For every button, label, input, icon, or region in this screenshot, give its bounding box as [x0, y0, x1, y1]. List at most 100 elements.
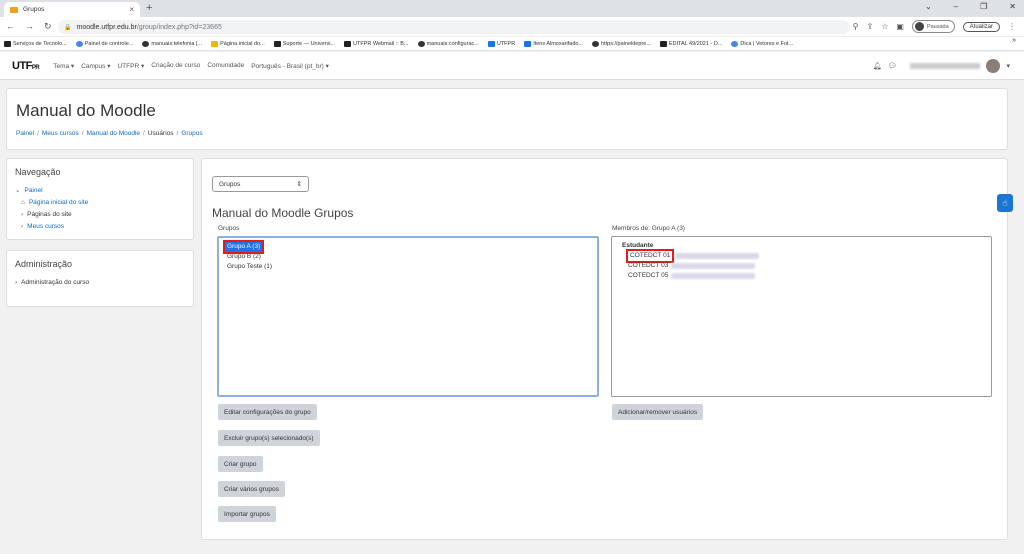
utfpr-icon — [487, 40, 495, 47]
bookmark-label: https://paineldepre... — [601, 40, 651, 47]
add-remove-users-button[interactable]: Adicionar/remover usuários — [612, 404, 704, 420]
lock-icon[interactable]: 🔒 — [64, 24, 71, 31]
bookmark-label: EDITAL 49/2021 - D... — [668, 40, 723, 47]
nav-item-course-admin[interactable]: › Administração do curso — [15, 277, 193, 289]
nav-item-site-pages[interactable]: › Páginas do site — [15, 209, 193, 221]
bookmark-item[interactable]: UTFPR Webmail :: B... — [344, 40, 409, 47]
github-icon — [592, 40, 600, 47]
bookmark-item[interactable]: Página inicial do... — [211, 40, 265, 47]
member-option[interactable]: COTEDCT 05 — [622, 271, 981, 281]
restore-icon[interactable]: ❐ — [980, 2, 987, 11]
browser-tab[interactable]: Grupos × — [4, 2, 140, 17]
utfpr-logo[interactable]: UTFPR — [12, 59, 40, 72]
more-bookmarks-icon[interactable]: » — [1012, 37, 1016, 44]
select-value: Grupos — [219, 180, 241, 188]
groups-main-panel: Grupos ⇕ Manual do Moodle Grupos Grupos … — [201, 158, 1008, 540]
delete-selected-groups-button[interactable]: Excluir grupo(s) selecionado(s) — [218, 430, 320, 446]
logo-text: UTF — [12, 59, 32, 72]
bookmark-item[interactable]: https://paineldepre... — [592, 40, 651, 47]
menu-utfpr[interactable]: UTFPR ▾ — [117, 62, 144, 70]
group-option-grupo-a[interactable]: Grupo A (3) — [222, 240, 265, 254]
accessibility-icon[interactable]: ☝︎ — [997, 194, 1013, 212]
utf-icon — [344, 40, 352, 47]
nav-item-home[interactable]: ⌂ Página inicial do site — [15, 197, 193, 209]
bookmark-item[interactable]: Serviços de Tecnolo... — [4, 40, 67, 47]
utf-icon — [4, 40, 11, 47]
back-icon[interactable]: ← — [6, 21, 15, 32]
menu-campus[interactable]: Campus ▾ — [81, 62, 110, 70]
zoom-icon[interactable]: ⚲ — [853, 22, 859, 31]
member-role-heading: Estudante — [622, 242, 654, 249]
bookmark-label: manuais:configurac... — [426, 40, 479, 47]
bookmark-item[interactable]: Itens Almoxarifado... — [524, 40, 583, 47]
side-panel-icon[interactable]: ▣ — [896, 22, 904, 31]
import-groups-button[interactable]: Importar grupos — [218, 506, 276, 522]
messages-icon[interactable]: 💬︎ — [888, 62, 897, 70]
close-tab-icon[interactable]: × — [129, 5, 134, 14]
create-many-groups-button[interactable]: Criar vários grupos — [218, 481, 285, 497]
reload-icon[interactable]: ↻ — [44, 21, 52, 32]
breadcrumb-meus-cursos[interactable]: Meus cursos — [42, 130, 79, 137]
breadcrumb-painel[interactable]: Painel — [16, 130, 34, 137]
groups-heading: Manual do Moodle Grupos — [212, 206, 354, 220]
home-icon — [211, 40, 219, 47]
administration-block: Administração › Administração do curso — [6, 250, 194, 307]
share-icon[interactable]: ⇪ — [867, 22, 874, 31]
forward-icon[interactable]: → — [25, 21, 34, 32]
user-avatar[interactable] — [986, 59, 1001, 73]
nav-item-label: Página inicial do site — [28, 199, 89, 206]
member-name: COTEDCT 01 — [625, 249, 675, 263]
bookmark-item[interactable]: Painel de controle... — [75, 40, 133, 47]
new-tab-icon[interactable]: + — [146, 2, 152, 14]
groups-view-select[interactable]: Grupos ⇕ — [212, 176, 309, 192]
chevron-right-icon: › — [15, 279, 18, 286]
nav-item-my-courses[interactable]: › Meus cursos — [15, 221, 193, 233]
nav-item-painel[interactable]: ⌄ Painel — [15, 185, 193, 197]
profile-button[interactable]: Pausada — [911, 20, 955, 33]
menu-language[interactable]: Português - Brasil (pt_br) ▾ — [251, 62, 329, 70]
bookmark-star-icon[interactable]: ☆ — [881, 22, 888, 31]
members-listbox[interactable]: Estudante COTEDCT 01 COTEDCT 03 COTEDCT … — [611, 236, 992, 397]
url-field[interactable]: 🔒 moodle.utfpr.edu.br/group/index.php?id… — [58, 20, 850, 34]
bookmark-item[interactable]: manuais:configurac... — [417, 40, 479, 47]
address-bar-row: ← → ↻ 🔒 moodle.utfpr.edu.br/group/index.… — [0, 17, 1024, 37]
browser-menu-icon[interactable]: ⋮ — [1008, 22, 1016, 31]
bookmark-item[interactable]: Dica | Vetores e Fot... — [731, 40, 793, 47]
page-header: Manual do Moodle Painel / Meus cursos / Manu… — [6, 88, 1008, 150]
group-option-grupo-b[interactable]: Grupo B (2) — [225, 252, 263, 262]
edit-group-settings-button[interactable]: Editar configurações do grupo — [218, 404, 317, 420]
github-icon — [417, 40, 425, 47]
group-option-grupo-teste[interactable]: Grupo Teste (1) — [225, 262, 274, 272]
bookmark-item[interactable]: Suporte — Universi... — [273, 40, 335, 47]
notification-bell-icon[interactable]: 🔔︎ — [873, 62, 882, 70]
tab-title: Grupos — [23, 6, 45, 13]
navigation-tree: ⌄ Painel ⌂ Página inicial do site › Páginas… — [15, 185, 193, 233]
member-name: COTEDCT 05 — [628, 272, 669, 279]
folder-icon — [524, 40, 532, 47]
update-button[interactable]: Atualizar — [962, 21, 1000, 32]
user-menu-chevron-icon[interactable]: ▾ — [1006, 62, 1010, 70]
bookmark-item[interactable]: UTFPR — [487, 40, 516, 47]
nav-item-label: Páginas do site — [27, 211, 72, 218]
menu-criacao-curso[interactable]: Criação de curso — [151, 62, 200, 70]
menu-comunidade[interactable]: Comunidade — [207, 62, 244, 70]
member-option[interactable]: COTEDCT 03 — [622, 261, 981, 271]
close-window-icon[interactable]: ✕ — [1009, 2, 1016, 11]
member-option[interactable]: COTEDCT 01 — [622, 249, 981, 263]
breadcrumb-separator: / — [37, 130, 39, 137]
select-arrows-icon: ⇕ — [296, 181, 302, 188]
breadcrumb-course[interactable]: Manual do Moodle — [87, 130, 140, 137]
breadcrumb-usuarios[interactable]: Usuários — [148, 130, 174, 137]
user-name-blurred[interactable] — [910, 63, 981, 69]
member-email-blurred — [671, 263, 756, 269]
bookmark-item[interactable]: manuais:telefonia [... — [142, 40, 202, 47]
tab-search-icon[interactable]: ⌄ — [925, 2, 932, 11]
home-icon: ⌂ — [21, 199, 25, 206]
groups-listbox[interactable]: Grupo A (3) Grupo B (2) Grupo Teste (1) — [217, 236, 599, 397]
minimize-icon[interactable]: – — [954, 2, 958, 11]
menu-tema[interactable]: Tema ▾ — [53, 62, 74, 70]
bookmark-label: UTFPR — [496, 40, 516, 47]
breadcrumb-grupos[interactable]: Grupos — [181, 130, 202, 137]
create-group-button[interactable]: Criar grupo — [218, 456, 263, 472]
bookmark-item[interactable]: EDITAL 49/2021 - D... — [659, 40, 723, 47]
